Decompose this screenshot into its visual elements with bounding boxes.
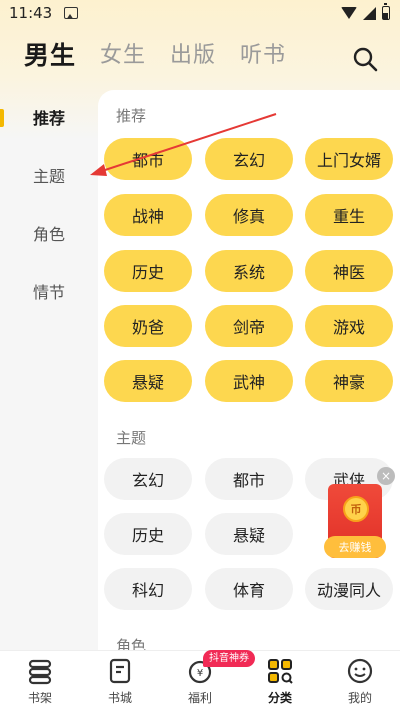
tag-button[interactable]: 科幻 (104, 568, 192, 610)
nav-label: 我的 (347, 691, 372, 705)
close-icon[interactable]: × (377, 467, 395, 485)
status-bar: 11:43 (0, 0, 400, 26)
tag-button[interactable]: 玄幻 (205, 138, 293, 180)
sidebar-item-role[interactable]: 角色 (0, 213, 98, 253)
tag-button[interactable]: 神豪 (305, 360, 393, 402)
sidebar-item-recommend[interactable]: 推荐 (0, 97, 98, 137)
category-panel: 推荐 都市 玄幻 上门女婿 战神 修真 重生 历史 系统 神医 奶爸 剑帝 游戏… (98, 90, 400, 650)
tag-button[interactable]: 神医 (305, 250, 393, 292)
tag-button[interactable]: 悬疑 (205, 513, 293, 555)
status-icons (341, 3, 390, 20)
nav-label: 福利 (187, 691, 212, 705)
section-title-recommend: 推荐 (116, 107, 147, 125)
tag-button[interactable]: 悬疑 (104, 360, 192, 402)
nav-profile[interactable]: 我的 (320, 657, 400, 709)
tag-button[interactable]: 游戏 (305, 305, 393, 347)
tag-button[interactable]: 武神 (205, 360, 293, 402)
tag-button[interactable]: 修真 (205, 194, 293, 236)
tab-female[interactable]: 女生 (100, 38, 146, 74)
tab-publish[interactable]: 出版 (170, 38, 216, 74)
nav-label: 书城 (107, 691, 132, 705)
profile-icon (347, 658, 373, 684)
signal-icon (363, 6, 376, 20)
category-sidebar: 推荐 主题 角色 情节 (0, 88, 98, 648)
image-notification-icon (64, 7, 79, 19)
bookshelf-icon (28, 659, 52, 685)
tag-button[interactable]: 玄幻 (104, 458, 192, 500)
promo-badge: 抖音神券 (203, 650, 255, 667)
tag-button[interactable]: 重生 (305, 194, 393, 236)
coin-icon: 币 (343, 496, 369, 522)
gender-tabs: 男生 女生 出版 听书 (24, 38, 286, 74)
tab-male[interactable]: 男生 (24, 38, 76, 74)
svg-text:¥: ¥ (197, 668, 203, 679)
tag-button[interactable]: 上门女婿 (305, 138, 393, 180)
tag-button[interactable]: 系统 (205, 250, 293, 292)
tag-button[interactable]: 都市 (104, 138, 192, 180)
section-title-role: 角色 (116, 637, 147, 650)
earn-money-button[interactable]: 去赚钱 (324, 536, 386, 558)
bookstore-icon (109, 658, 131, 684)
tag-button[interactable]: 战神 (104, 194, 192, 236)
tag-button[interactable]: 剑帝 (205, 305, 293, 347)
tab-audiobook[interactable]: 听书 (240, 38, 286, 74)
status-time: 11:43 (9, 4, 53, 22)
nav-bookstore[interactable]: 书城 (80, 657, 160, 709)
nav-label: 分类 (267, 691, 292, 705)
tag-button[interactable]: 历史 (104, 250, 192, 292)
tag-button[interactable]: 历史 (104, 513, 192, 555)
bottom-navigation: 书架 书城 ¥ 福利 分类 我的 (0, 650, 400, 711)
wifi-icon (341, 7, 357, 19)
sidebar-item-theme[interactable]: 主题 (0, 155, 98, 195)
tag-button[interactable]: 动漫同人 (305, 568, 393, 610)
tag-button[interactable]: 都市 (205, 458, 293, 500)
battery-icon (382, 3, 390, 20)
red-packet-widget[interactable]: 币 去赚钱 (324, 484, 386, 558)
sidebar-item-plot[interactable]: 情节 (0, 271, 98, 311)
section-title-theme: 主题 (116, 429, 147, 447)
tag-button[interactable]: 体育 (205, 568, 293, 610)
search-icon[interactable] (352, 46, 378, 72)
nav-label: 书架 (27, 691, 52, 705)
category-icon (268, 659, 293, 684)
nav-bookshelf[interactable]: 书架 (0, 657, 80, 709)
tag-button[interactable]: 奶爸 (104, 305, 192, 347)
